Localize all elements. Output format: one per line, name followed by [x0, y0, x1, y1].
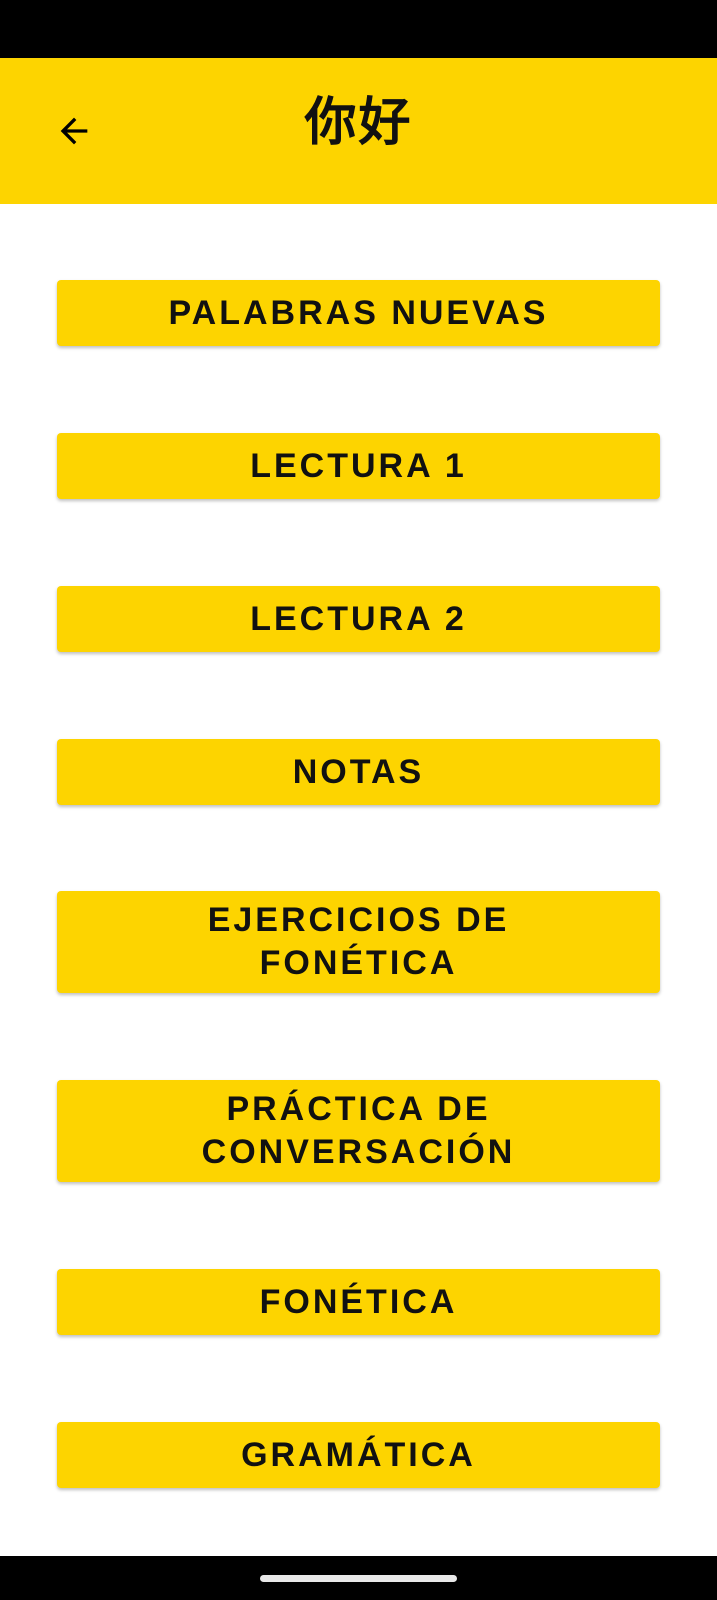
fonetica-button[interactable]: FONÉTICA [57, 1269, 660, 1335]
navigation-bar [0, 1556, 717, 1600]
button-label: FONÉTICA [259, 1282, 458, 1321]
notas-button[interactable]: NOTAS [57, 739, 660, 805]
page-title: 你好 [304, 92, 413, 153]
button-label: LECTURA 2 [250, 599, 467, 638]
button-label: GRAMÁTICA [241, 1435, 476, 1474]
status-bar [0, 0, 717, 58]
practica-de-conversacion-button[interactable]: PRÁCTICA DE CONVERSACIÓN [57, 1080, 660, 1182]
app-bar: 你好 [0, 58, 717, 204]
button-label: EJERCICIOS DE FONÉTICA [207, 901, 510, 982]
lectura-1-button[interactable]: LECTURA 1 [57, 433, 660, 499]
button-label: NOTAS [292, 752, 425, 791]
lectura-2-button[interactable]: LECTURA 2 [57, 586, 660, 652]
button-label: PRÁCTICA DE CONVERSACIÓN [201, 1090, 516, 1171]
palabras-nuevas-button[interactable]: PALABRAS NUEVAS [57, 280, 660, 346]
button-label: LECTURA 1 [250, 446, 467, 485]
home-indicator[interactable] [260, 1575, 457, 1582]
ejercicios-de-fonetica-button[interactable]: EJERCICIOS DE FONÉTICA [57, 891, 660, 993]
gramatica-button[interactable]: GRAMÁTICA [57, 1422, 660, 1488]
button-label: PALABRAS NUEVAS [168, 293, 549, 332]
